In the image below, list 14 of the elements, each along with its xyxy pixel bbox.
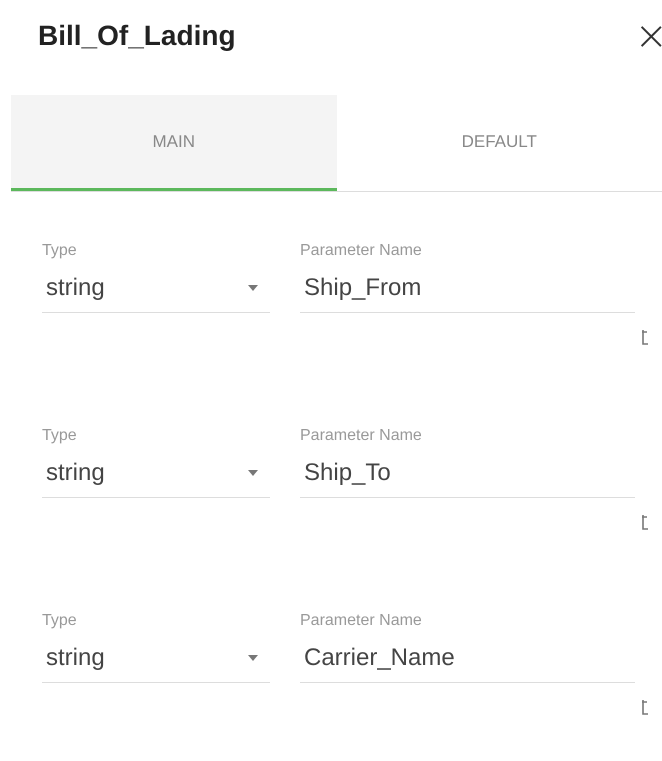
field-label: Parameter Name xyxy=(300,427,423,445)
type-dropdown[interactable]: string xyxy=(42,640,270,683)
field-label: Type xyxy=(42,612,78,630)
caret-icon xyxy=(248,470,258,476)
field-label: Parameter Name xyxy=(300,612,423,630)
field-label: Type xyxy=(42,242,78,260)
field-label: Parameter Name xyxy=(300,242,423,260)
type-dropdown[interactable]: string xyxy=(42,270,270,313)
caret-icon xyxy=(248,285,258,291)
close-button[interactable]: × xyxy=(634,16,662,56)
caret-icon xyxy=(248,655,258,661)
field-label: Type xyxy=(42,427,78,445)
dialog-title: Bill_Of_Lading xyxy=(38,20,236,52)
type-dropdown[interactable]: string xyxy=(42,455,270,498)
